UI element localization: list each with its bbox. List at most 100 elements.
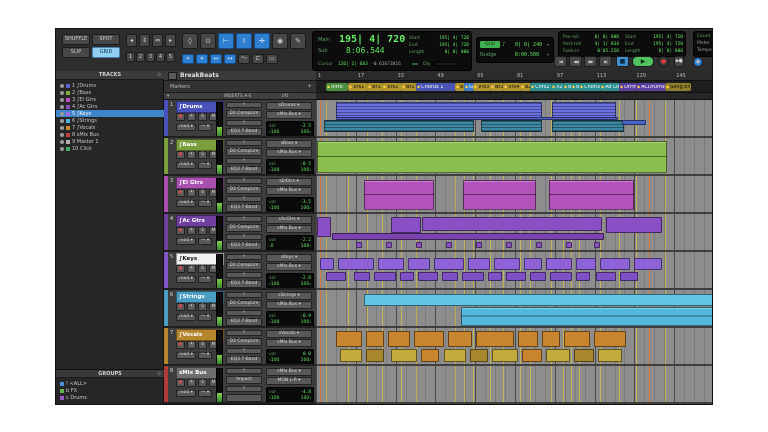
automation-mode-button[interactable]: read ▾ bbox=[176, 390, 196, 397]
insert-slot-b[interactable]: D3 CompLim bbox=[226, 262, 262, 270]
record-enable-button[interactable]: ● bbox=[176, 303, 185, 311]
tab-transient-right-icon[interactable]: » bbox=[196, 54, 208, 64]
insert-slot-a[interactable]: ▾ bbox=[226, 368, 262, 374]
record-enable-button[interactable]: ● bbox=[176, 265, 185, 273]
mirror-edit-icon[interactable]: ▭ bbox=[266, 54, 278, 64]
zoom-preset-4[interactable]: 4 bbox=[156, 52, 165, 62]
bus-path-button[interactable]: sMix Bus ▾ bbox=[266, 301, 312, 309]
marker-tag[interactable]: ◆DrHHF bbox=[619, 83, 637, 91]
volume-pan-readout[interactable]: vol -4.8 ‹100 100› bbox=[266, 387, 314, 402]
track-view-button[interactable]: 〜 ▾ bbox=[198, 124, 212, 131]
insert-slot-d[interactable]: EQ3 7-Band bbox=[226, 166, 262, 174]
bus-path-button[interactable]: sMix Bus ▾ bbox=[266, 149, 312, 157]
audio-clip[interactable] bbox=[400, 272, 414, 281]
fast-forward-button[interactable]: ▶▶ bbox=[584, 56, 597, 67]
audio-clip[interactable] bbox=[378, 258, 404, 270]
mode-button-grid[interactable]: GRID bbox=[92, 47, 120, 58]
audio-clip[interactable] bbox=[552, 120, 624, 132]
audio-clip[interactable] bbox=[620, 272, 638, 281]
roll-row[interactable]: Fade-in 0:05.250 bbox=[563, 48, 619, 55]
audio-clip[interactable] bbox=[462, 272, 484, 281]
link-timeline-icon[interactable]: 〜 bbox=[238, 54, 250, 64]
audio-clip[interactable] bbox=[476, 242, 482, 248]
input-monitor-button[interactable]: ⦿ bbox=[187, 151, 196, 159]
volume-pan-readout[interactable]: vol -3.5 ‹100 100› bbox=[266, 197, 314, 212]
audio-clip[interactable] bbox=[552, 102, 616, 118]
insert-slot-b[interactable]: Impact bbox=[226, 376, 262, 384]
audio-clip[interactable] bbox=[481, 120, 542, 132]
zoom-tool-icon[interactable]: ◊ bbox=[182, 33, 198, 49]
track-show-icon[interactable] bbox=[60, 125, 64, 130]
audio-clip[interactable] bbox=[594, 331, 626, 347]
audio-clip[interactable] bbox=[444, 349, 466, 362]
insert-slot-b[interactable]: D3 CompLim bbox=[226, 338, 262, 346]
automation-mode-button[interactable]: read ▾ bbox=[176, 200, 196, 207]
track-show-icon[interactable] bbox=[60, 83, 64, 88]
audio-clip[interactable] bbox=[326, 272, 346, 281]
bus-path-button[interactable]: sMix Bus ▾ bbox=[266, 187, 312, 195]
zoom-magnifier-icon[interactable]: ⊙ bbox=[200, 33, 216, 49]
groups-panel-header[interactable]: GROUPS ⊙ bbox=[56, 369, 164, 378]
insert-slot-a[interactable]: ▾ bbox=[226, 254, 262, 260]
audio-clip[interactable] bbox=[374, 272, 396, 281]
track-show-icon[interactable] bbox=[60, 139, 64, 144]
sidebar-track-10[interactable]: 10 Click bbox=[56, 145, 164, 152]
volume-pan-readout[interactable]: vol -0.5 ‹100 100› bbox=[266, 159, 314, 174]
volume-pan-readout[interactable]: vol -2.2 ‹0 100› bbox=[266, 235, 314, 250]
insert-slot-c[interactable]: ▾ bbox=[226, 158, 262, 164]
audio-clip[interactable] bbox=[518, 331, 538, 347]
audio-clip[interactable] bbox=[442, 272, 458, 281]
track-show-icon[interactable] bbox=[60, 97, 64, 102]
solo-button[interactable]: S bbox=[198, 265, 207, 273]
track-show-icon[interactable] bbox=[60, 90, 64, 95]
audio-clip[interactable] bbox=[550, 272, 572, 281]
track-show-icon[interactable] bbox=[60, 104, 64, 109]
audio-clip[interactable] bbox=[434, 258, 464, 270]
input-monitor-button[interactable]: ⦿ bbox=[187, 265, 196, 273]
track-view-dropdown-icon[interactable]: ▾ bbox=[167, 94, 169, 99]
mode-button-slip[interactable]: SLIP bbox=[62, 47, 90, 58]
track-view-button[interactable]: 〜 ▾ bbox=[198, 390, 212, 397]
marker-tag[interactable]: ◆ Ad Lib bbox=[600, 83, 620, 91]
audio-clip[interactable] bbox=[468, 258, 490, 270]
audio-clip[interactable] bbox=[418, 272, 438, 281]
tab-transient-left-icon[interactable]: « bbox=[182, 54, 194, 64]
nudge-dropdown-icon[interactable]: ▾ bbox=[547, 52, 549, 57]
add-marker-button[interactable]: + bbox=[307, 83, 312, 90]
insert-slot-b[interactable]: D3 CompLim bbox=[226, 300, 262, 308]
nudge-value[interactable]: 0:00.500 bbox=[515, 52, 539, 58]
audio-clip[interactable] bbox=[549, 180, 634, 210]
sidebar-track-9[interactable]: 9 Master 1 bbox=[56, 138, 164, 145]
sidebar-track-8[interactable]: 8 sMix Bus bbox=[56, 131, 164, 138]
bus-path-button[interactable]: sMix Bus ▾ bbox=[266, 225, 312, 233]
audio-clip[interactable] bbox=[391, 217, 421, 233]
audio-clip[interactable] bbox=[564, 331, 590, 347]
sub-counter-value[interactable]: 8:06.544 bbox=[346, 46, 385, 55]
track-show-icon[interactable] bbox=[60, 118, 64, 123]
audio-clip[interactable] bbox=[566, 242, 572, 248]
record-button[interactable]: ● bbox=[658, 56, 669, 67]
audio-clip[interactable] bbox=[366, 331, 384, 347]
track-show-icon[interactable] bbox=[60, 111, 64, 116]
insert-slot-c[interactable]: ▾ bbox=[226, 196, 262, 202]
automation-mode-button[interactable]: read ▾ bbox=[176, 352, 196, 359]
audio-clip[interactable] bbox=[492, 349, 518, 362]
insert-slot-d[interactable]: EQ3 7-Band bbox=[226, 128, 262, 136]
insert-slot-c[interactable]: ▾ bbox=[226, 386, 262, 392]
audio-clip[interactable] bbox=[340, 349, 362, 362]
grid-mode-button[interactable]: Grid bbox=[480, 41, 500, 48]
track-view-button[interactable]: 〜 ▾ bbox=[198, 162, 212, 169]
output-path-button[interactable]: sElGtrs ▾ bbox=[266, 178, 312, 186]
go-to-end-button[interactable]: ▶| bbox=[599, 56, 612, 67]
insert-slot-d[interactable]: EQ3 7-Band bbox=[226, 242, 262, 250]
audio-clip[interactable] bbox=[530, 272, 546, 281]
record-enable-button[interactable]: ● bbox=[176, 341, 185, 349]
track-view-button[interactable]: 〜 ▾ bbox=[198, 238, 212, 245]
marker-tag[interactable]: ◆ Br3 bbox=[490, 83, 504, 91]
extend-selection-right-icon[interactable]: ↦ bbox=[224, 54, 236, 64]
audio-clip[interactable] bbox=[576, 258, 596, 270]
zoom-preset-5[interactable]: 5 bbox=[166, 52, 175, 62]
audio-clip[interactable] bbox=[598, 349, 622, 362]
output-path-button[interactable]: sKeys ▾ bbox=[266, 254, 312, 262]
sidebar-track-7[interactable]: 7 ∫Vocals bbox=[56, 124, 164, 131]
